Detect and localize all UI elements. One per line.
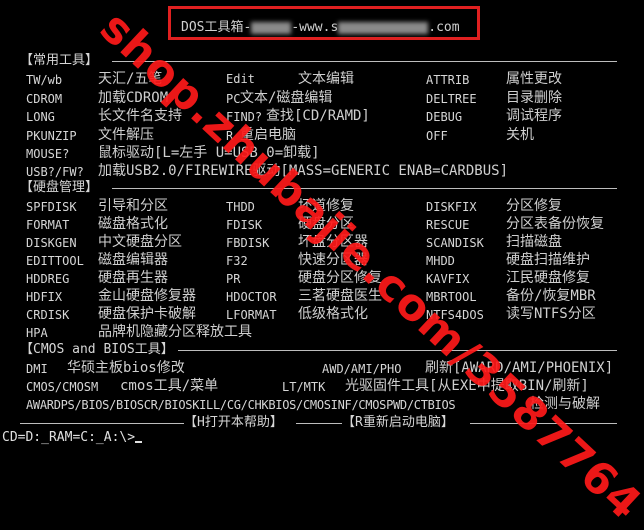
command-name[interactable]: EDITTOOL [26,253,84,269]
command-name[interactable]: HDDREG [26,271,69,287]
command-description: 品牌机隐藏分区释放工具 [98,324,252,340]
command-name[interactable]: PKUNZIP [26,128,77,144]
command-description: 中文硬盘分区 [98,234,182,250]
cmos-cmd-dmi[interactable]: DMI [26,361,48,377]
command-name[interactable]: FORMAT [26,217,69,233]
command-name[interactable]: LFORMAT [226,307,277,323]
divider [296,423,342,424]
divider [178,350,617,351]
command-description: 磁盘格式化 [98,216,168,232]
command-name[interactable]: PR [226,271,240,287]
command-name[interactable]: FBDISK [226,235,269,251]
command-name[interactable]: HDOCTOR [226,289,277,305]
title-prefix: DOS工具箱- [181,20,252,35]
command-description: 备份/恢复MBR [506,288,596,304]
command-name[interactable]: DELTREE [426,91,477,107]
command-description: 分区表备份恢复 [506,216,604,232]
command-description: Edit [226,72,255,86]
command-name[interactable]: DEBUG [426,109,462,125]
prompt-text: CD=D:_RAM=C:_A:\> [2,430,136,445]
command-name[interactable]: CDROM [26,91,62,107]
command-name[interactable]: OFF [426,128,448,144]
text-cursor [135,441,143,443]
command-name[interactable]: FDISK [226,217,262,233]
command-name[interactable]: KAVFIX [426,271,469,287]
command-description: 低级格式化 [298,306,368,322]
command-description: 文件解压 [98,126,154,143]
command-name[interactable]: F32 [226,253,248,269]
divider [20,423,184,424]
command-description: 文本编辑 [298,71,354,87]
command-name[interactable]: DISKGEN [26,235,77,251]
cmos-cmd-award[interactable]: AWARDPS/BIOS/BIOSCR/BIOSKILL/CG/CHKBIOS/… [26,397,456,413]
command-description: 分区修复 [506,198,562,214]
cmos-desc-cmos: cmos工具/菜单 [120,378,219,394]
command-description: 硬盘保护卡破解 [98,306,196,322]
command-name[interactable]: DISKFIX [426,199,477,215]
title-box: DOS工具箱- -www.s .com [168,6,480,40]
cmos-desc-dmi: 华硕主板bios修改 [67,360,185,376]
help-hint[interactable]: 【H打开本帮助】 [184,415,283,431]
command-name[interactable]: CRDISK [26,307,69,323]
section-header-cmos: 【CMOS and BIOS工具】 [20,342,174,357]
command-description: 扫描磁盘 [506,234,562,250]
command-name[interactable]: TW/wb [26,72,62,88]
command-name[interactable]: MHDD [426,253,455,269]
command-description: 硬盘再生器 [98,270,168,286]
divider [112,188,617,189]
command-description: 查找[CD/RAMD] [266,108,370,124]
command-description: 关机 [506,126,534,143]
command-description: 属性更改 [506,71,562,87]
redacted-blur [251,21,292,34]
command-description: 江民硬盘修复 [506,270,590,286]
command-name[interactable]: MOUSE? [26,146,69,162]
command-name[interactable]: SCANDISK [426,235,484,251]
command-description: 读写NTFS分区 [506,306,596,322]
command-name[interactable]: SPFDISK [26,199,77,215]
title-suffix: .com [428,20,460,35]
reboot-hint[interactable]: 【R重新启动电脑】 [342,415,454,431]
command-name[interactable]: LONG [26,109,55,125]
cmos-cmd-cmos[interactable]: CMOS/CMOSM [26,379,98,395]
redacted-blur [338,21,429,34]
cmos-cmd-awd[interactable]: AWD/AMI/PHO [322,361,401,377]
command-description: 调试程序 [506,108,562,124]
command-description: 目录删除 [506,89,562,106]
section-header-common: 【常用工具】 [20,53,99,68]
command-name[interactable]: HPA [26,325,48,341]
command-description: 金山硬盘修复器 [98,288,196,304]
title-mid: -www.s [291,20,339,35]
command-name[interactable]: ATTRIB [426,72,469,88]
command-description: 文本/磁盘编辑 [240,89,333,106]
section-header-disk: 【硬盘管理】 [20,180,99,195]
command-prompt[interactable]: CD=D:_RAM=C:_A:\> [2,430,143,445]
cmos-cmd-lt[interactable]: LT/MTK [282,379,325,395]
command-description: 磁盘编辑器 [98,252,168,268]
command-name[interactable]: USB?/FW? [26,164,84,180]
command-name[interactable]: THDD [226,199,255,215]
window-title: DOS工具箱- -www.s .com [181,16,460,35]
command-name[interactable]: RESCUE [426,217,469,233]
command-description: 引导和分区 [98,198,168,214]
command-name[interactable]: HDFIX [26,289,62,305]
command-description: 硬盘扫描维护 [506,252,590,268]
